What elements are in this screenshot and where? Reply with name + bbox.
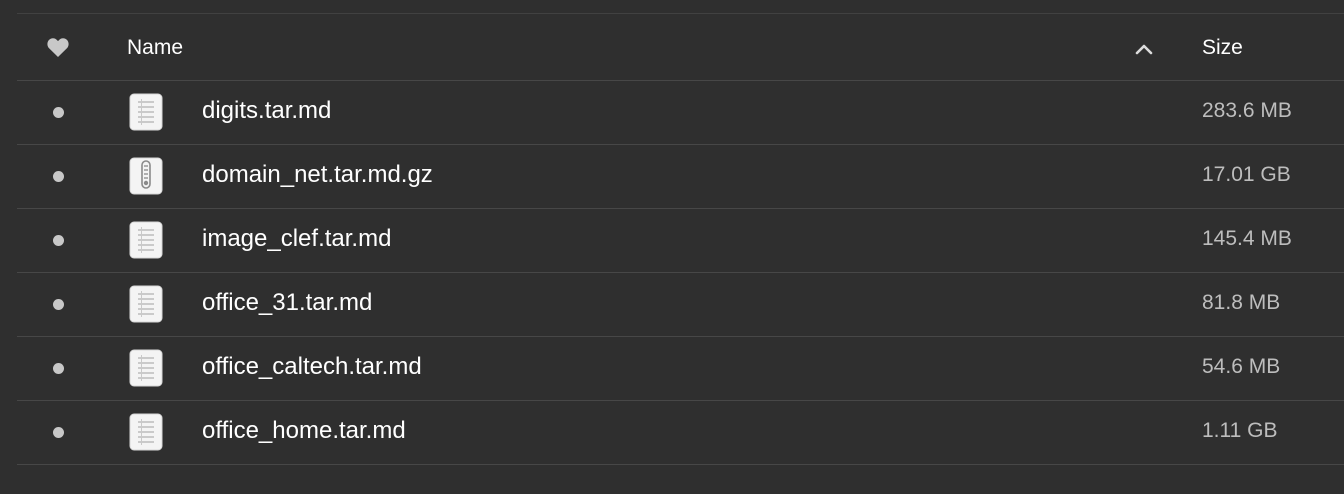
text-file-icon [129, 413, 163, 451]
file-name[interactable]: image_clef.tar.md [202, 225, 391, 253]
favorite-dot-icon[interactable] [53, 427, 64, 438]
favorite-dot-icon[interactable] [53, 235, 64, 246]
column-header-name[interactable]: Name [127, 36, 183, 60]
file-row[interactable]: domain_net.tar.md.gz 17.01 GB [17, 145, 1344, 209]
text-file-icon [129, 221, 163, 259]
text-file-icon [129, 93, 163, 131]
file-name[interactable]: office_caltech.tar.md [202, 353, 422, 381]
file-row[interactable]: office_31.tar.md 81.8 MB [17, 273, 1344, 337]
file-name[interactable]: office_31.tar.md [202, 289, 372, 317]
archive-file-icon [129, 157, 163, 195]
heart-icon[interactable] [47, 38, 69, 58]
text-file-icon [129, 285, 163, 323]
file-size: 1.11 GB [1202, 419, 1278, 442]
file-row[interactable]: office_caltech.tar.md 54.6 MB [17, 337, 1344, 401]
file-size: 17.01 GB [1202, 163, 1291, 186]
favorite-dot-icon[interactable] [53, 363, 64, 374]
file-name[interactable]: office_home.tar.md [202, 417, 406, 445]
file-name[interactable]: digits.tar.md [202, 97, 331, 125]
file-size: 283.6 MB [1202, 99, 1292, 122]
file-size: 81.8 MB [1202, 291, 1281, 314]
file-rows: digits.tar.md 283.6 MB domain_net.tar.md… [17, 81, 1344, 465]
file-name[interactable]: domain_net.tar.md.gz [202, 161, 433, 189]
favorite-dot-icon[interactable] [53, 171, 64, 182]
file-list: Name Size digits.tar.md 283.6 MB domain_… [17, 0, 1344, 494]
column-header-size[interactable]: Size [1202, 36, 1243, 60]
text-file-icon [129, 349, 163, 387]
favorite-dot-icon[interactable] [53, 107, 64, 118]
file-row[interactable]: digits.tar.md 283.6 MB [17, 81, 1344, 145]
chevron-up-icon[interactable] [1134, 42, 1154, 56]
file-size: 145.4 MB [1202, 227, 1292, 250]
favorite-dot-icon[interactable] [53, 299, 64, 310]
list-header: Name Size [17, 14, 1344, 81]
file-size: 54.6 MB [1202, 355, 1281, 378]
file-row[interactable]: office_home.tar.md 1.11 GB [17, 401, 1344, 465]
file-row[interactable]: image_clef.tar.md 145.4 MB [17, 209, 1344, 273]
